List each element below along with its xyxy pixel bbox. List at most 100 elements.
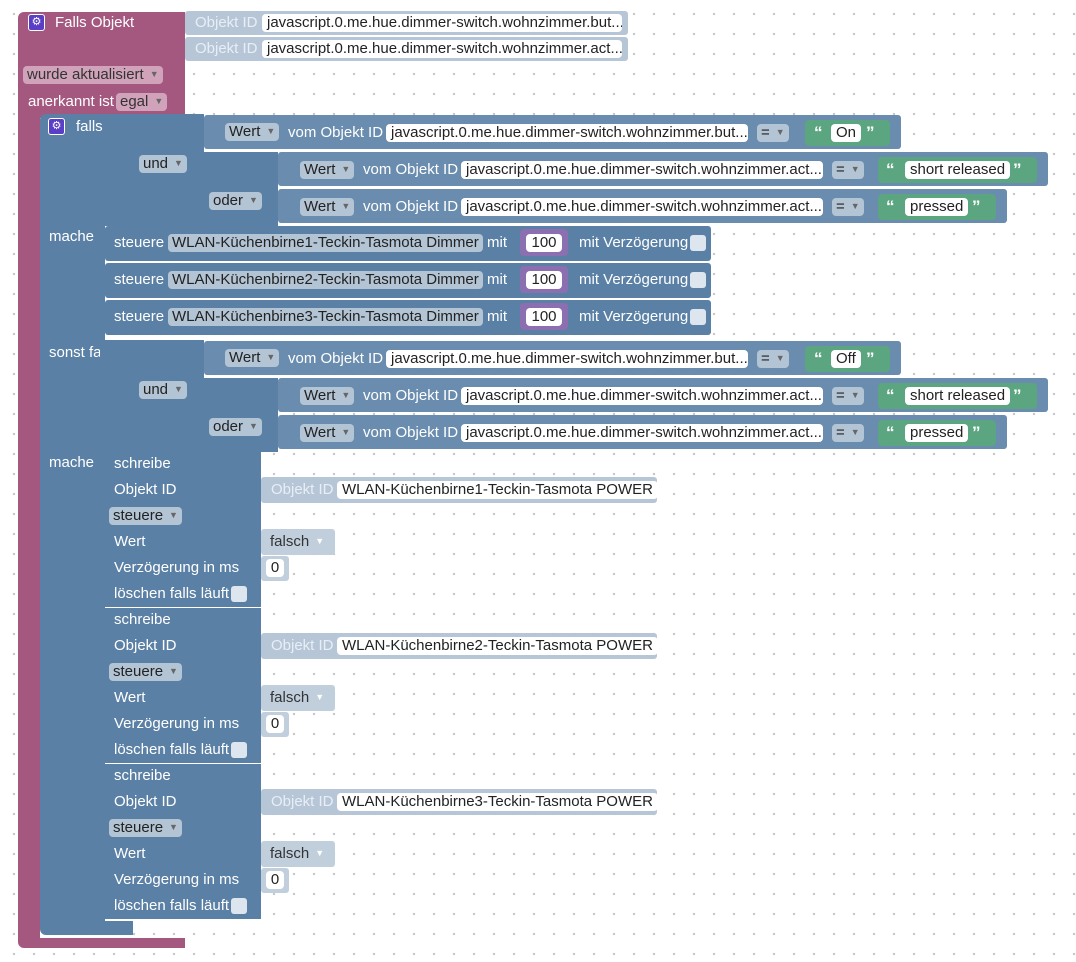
text-value-pressed[interactable]: pressed <box>905 198 969 216</box>
vom-objekt-id-label: vom Objekt ID <box>363 198 459 215</box>
oder-block-1[interactable] <box>204 152 278 226</box>
operator-dropdown[interactable]: = ▼ <box>757 350 789 368</box>
wert-dropdown[interactable]: Wert ▼ <box>300 387 355 405</box>
schreibe-block-2[interactable] <box>105 608 261 763</box>
chevron-down-icon: ▼ <box>169 510 178 520</box>
close-quote-icon: ” <box>866 349 875 368</box>
oder-dropdown-2[interactable]: oder ▼ <box>209 418 262 436</box>
operator-dropdown[interactable]: = ▼ <box>832 198 864 216</box>
gear-icon[interactable]: ⚙ <box>28 14 45 31</box>
chevron-down-icon: ▼ <box>149 69 159 79</box>
vom-objekt-id-label: vom Objekt ID <box>363 424 459 441</box>
checkbox-icon[interactable] <box>231 898 247 914</box>
checkbox-icon[interactable] <box>690 309 706 325</box>
text-value-pressed-2[interactable]: pressed <box>905 424 969 442</box>
chevron-down-icon: ▼ <box>775 353 785 363</box>
mode-dropdown[interactable]: steuere ▼ <box>109 507 182 525</box>
verzoegerung-label: Verzögerung in ms <box>114 715 240 732</box>
steuere-label: steuere <box>114 271 165 288</box>
operator-dropdown[interactable]: = ▼ <box>757 124 789 142</box>
chevron-down-icon: ▼ <box>775 127 785 137</box>
bool-dropdown[interactable]: falsch ▼ <box>266 689 328 707</box>
chevron-down-icon: ▼ <box>341 427 351 437</box>
mache-label-1: mache <box>49 228 95 245</box>
chevron-down-icon: ▼ <box>249 195 258 205</box>
chevron-down-icon: ▼ <box>154 96 164 106</box>
text-value-off[interactable]: Off <box>831 350 861 368</box>
chevron-down-icon: ▼ <box>341 201 351 211</box>
mode-dropdown[interactable]: steuere ▼ <box>109 663 182 681</box>
close-quote-icon: ” <box>972 423 981 442</box>
number-field[interactable]: 100 <box>526 271 562 289</box>
objekt-id-label: Objekt ID <box>114 637 177 654</box>
compare-objekt-id-5[interactable]: javascript.0.me.hue.dimmer-switch.wohnzi… <box>461 387 823 405</box>
mache-label-2: mache <box>49 454 95 471</box>
open-quote-icon: “ <box>886 386 895 405</box>
delay-number-field[interactable]: 0 <box>266 715 284 733</box>
loeschen-label: löschen falls läuft <box>114 897 230 914</box>
chevron-down-icon: ▼ <box>850 164 860 174</box>
checkbox-icon[interactable] <box>690 235 706 251</box>
wert-dropdown[interactable]: Wert ▼ <box>300 198 355 216</box>
device-dropdown-3[interactable]: WLAN-Küchenbirne3-Teckin-Tasmota Dimmer <box>168 308 483 326</box>
checkbox-icon[interactable] <box>690 272 706 288</box>
mit-verzoegerung-label: mit Verzögerung <box>579 234 689 251</box>
text-value-short-released[interactable]: short released <box>905 161 1011 179</box>
device-dropdown-2[interactable]: WLAN-Küchenbirne2-Teckin-Tasmota Dimmer <box>168 271 483 289</box>
delay-number-field[interactable]: 0 <box>266 871 284 889</box>
wert-dropdown[interactable]: Wert ▼ <box>225 349 280 367</box>
objekt-id-value[interactable]: WLAN-Küchenbirne2-Teckin-Tasmota POWER <box>337 637 658 655</box>
schreibe-label: schreibe <box>114 455 171 472</box>
bool-dropdown[interactable]: falsch ▼ <box>266 533 328 551</box>
oder-dropdown-1[interactable]: oder ▼ <box>209 192 262 210</box>
und-dropdown-1[interactable]: und ▼ <box>139 155 187 173</box>
bool-dropdown[interactable]: falsch ▼ <box>266 845 328 863</box>
compare-objekt-id-2[interactable]: javascript.0.me.hue.dimmer-switch.wohnzi… <box>461 161 823 179</box>
objekt-id-value[interactable]: WLAN-Küchenbirne1-Teckin-Tasmota POWER <box>337 481 658 499</box>
objekt-id-value[interactable]: WLAN-Küchenbirne3-Teckin-Tasmota POWER <box>337 793 658 811</box>
operator-dropdown[interactable]: = ▼ <box>832 424 864 442</box>
operator-dropdown[interactable]: = ▼ <box>832 387 864 405</box>
text-value-short-released-2[interactable]: short released <box>905 387 1011 405</box>
mode-dropdown[interactable]: steuere ▼ <box>109 819 182 837</box>
text-value-on[interactable]: On <box>831 124 862 142</box>
mit-verzoegerung-label: mit Verzögerung <box>579 308 689 325</box>
close-quote-icon: ” <box>1013 386 1022 405</box>
anerkannt-dropdown[interactable]: egal ▼ <box>116 93 168 111</box>
verzoegerung-label: Verzögerung in ms <box>114 871 240 888</box>
oder-block-2[interactable] <box>204 378 278 452</box>
number-field[interactable]: 100 <box>526 308 562 326</box>
operator-dropdown[interactable]: = ▼ <box>832 161 864 179</box>
compare-objekt-id-1[interactable]: javascript.0.me.hue.dimmer-switch.wohnzi… <box>386 124 748 142</box>
chevron-down-icon: ▼ <box>266 126 276 136</box>
schreibe-block-3[interactable] <box>105 764 261 919</box>
chevron-down-icon: ▼ <box>850 427 860 437</box>
checkbox-icon[interactable] <box>231 586 247 602</box>
objekt-id-field-1[interactable]: javascript.0.me.hue.dimmer-switch.wohnzi… <box>262 14 622 32</box>
mit-label: mit <box>487 308 507 325</box>
delay-number-field[interactable]: 0 <box>266 559 284 577</box>
sonst-falls-row <box>100 340 134 452</box>
und-dropdown-2[interactable]: und ▼ <box>139 381 187 399</box>
schreibe-block-1[interactable] <box>105 452 261 607</box>
chevron-down-icon: ▼ <box>169 822 178 832</box>
number-field[interactable]: 100 <box>526 234 562 252</box>
trigger-event-dropdown[interactable]: wurde aktualisiert ▼ <box>23 66 163 84</box>
chevron-down-icon: ▼ <box>341 164 351 174</box>
wert-dropdown[interactable]: Wert ▼ <box>300 424 355 442</box>
wert-dropdown[interactable]: Wert ▼ <box>300 161 355 179</box>
steuere-label: steuere <box>114 308 165 325</box>
vom-objekt-id-label: vom Objekt ID <box>288 124 384 141</box>
objekt-id-label: Objekt ID <box>114 793 177 810</box>
chevron-down-icon: ▼ <box>266 352 276 362</box>
objekt-id-inner-label: Objekt ID <box>271 481 334 498</box>
gear-icon[interactable]: ⚙ <box>48 118 65 135</box>
wert-dropdown[interactable]: Wert ▼ <box>225 123 280 141</box>
compare-objekt-id-3[interactable]: javascript.0.me.hue.dimmer-switch.wohnzi… <box>461 198 823 216</box>
compare-objekt-id-4[interactable]: javascript.0.me.hue.dimmer-switch.wohnzi… <box>386 350 748 368</box>
device-dropdown-1[interactable]: WLAN-Küchenbirne1-Teckin-Tasmota Dimmer <box>168 234 483 252</box>
if-block-bottom <box>40 921 133 935</box>
compare-objekt-id-6[interactable]: javascript.0.me.hue.dimmer-switch.wohnzi… <box>461 424 823 442</box>
objekt-id-field-2[interactable]: javascript.0.me.hue.dimmer-switch.wohnzi… <box>262 40 622 58</box>
checkbox-icon[interactable] <box>231 742 247 758</box>
